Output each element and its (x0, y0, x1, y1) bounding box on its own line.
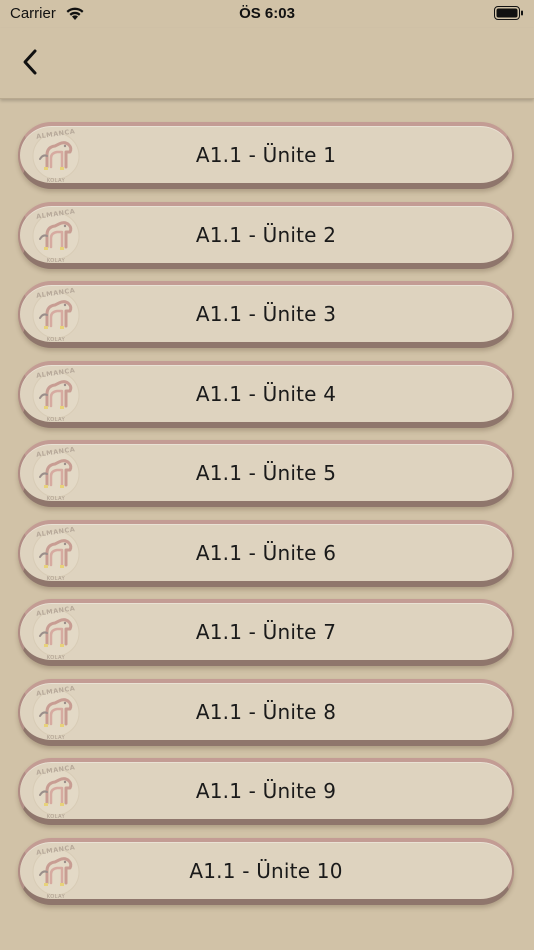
unit-list-item-label: A1.1 - Ünite 1 (195, 143, 337, 167)
unit-list-item-label: A1.1 - Ünite 7 (195, 620, 337, 644)
unit-list-item-label: A1.1 - Ünite 5 (195, 461, 337, 485)
battery-icon (494, 6, 523, 20)
unit-list: ALMANCA KOLAY A1.1 - Ünite 1 ALMANCA KOL… (18, 122, 516, 917)
unit-list-item-label: A1.1 - Ünite 2 (195, 222, 337, 247)
chevron-left-icon (23, 49, 37, 75)
unit-list-item[interactable]: ALMANCA KOLAY A1.1 - Ünite 4 (18, 360, 514, 428)
unit-list-item-label: A1.1 - Ünite 8 (195, 699, 337, 724)
unit-list-item[interactable]: ALMANCA KOLAY A1.1 - Ünite 10 (18, 837, 514, 905)
unit-list-item[interactable]: ALMANCA KOLAY A1.1 - Ünite 7 (18, 599, 514, 666)
status-time: ÖS 6:03 (239, 5, 295, 22)
unit-list-item-label: A1.1 - Ünite 10 (189, 858, 343, 883)
unit-list-item[interactable]: ALMANCA KOLAY A1.1 - Ünite 2 (18, 201, 514, 269)
unit-list-item[interactable]: ALMANCA KOLAY A1.1 - Ünite 3 (18, 281, 514, 348)
unit-list-item[interactable]: ALMANCA KOLAY A1.1 - Ünite 1 (18, 122, 514, 189)
unit-list-item[interactable]: ALMANCA KOLAY A1.1 - Ünite 9 (18, 758, 514, 825)
unit-list-item-label: A1.1 - Ünite 4 (195, 381, 337, 406)
unit-list-item[interactable]: ALMANCA KOLAY A1.1 - Ünite 6 (18, 519, 514, 587)
unit-list-item-label: A1.1 - Ünite 6 (195, 540, 337, 565)
navigation-bar (0, 28, 534, 99)
unit-list-item[interactable]: ALMANCA KOLAY A1.1 - Ünite 8 (18, 678, 514, 746)
unit-list-item[interactable]: ALMANCA KOLAY A1.1 - Ünite 5 (18, 440, 514, 507)
back-button[interactable] (10, 42, 50, 82)
status-bar: Carrier ÖS 6:03 (0, 0, 534, 28)
unit-list-item-label: A1.1 - Ünite 9 (195, 779, 337, 803)
unit-list-item-label: A1.1 - Ünite 3 (195, 302, 337, 326)
